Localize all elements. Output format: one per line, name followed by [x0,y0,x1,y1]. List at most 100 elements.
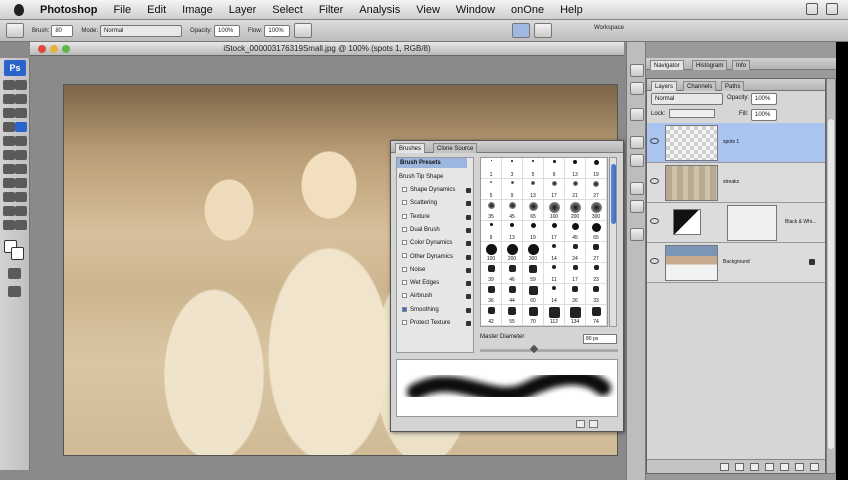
brush-option-item[interactable]: Color Dynamics [399,238,472,249]
lock-icon[interactable] [466,214,471,220]
blur-tool-icon[interactable] [3,164,15,174]
brush-preset-cell[interactable]: 5 [481,179,502,200]
menu-file[interactable]: File [105,4,139,16]
tab-info[interactable]: Info [732,60,751,70]
delete-layer-icon[interactable] [810,463,819,471]
eraser-tool-icon[interactable] [3,150,15,160]
dock-icon-6[interactable] [630,182,644,195]
brush-option-item[interactable]: Wet Edges [399,278,472,289]
lock-icon[interactable] [466,267,471,273]
brush-preset-cell[interactable]: 59 [523,263,544,284]
type-tool-icon[interactable] [15,178,27,188]
checkbox[interactable] [402,306,407,312]
brush-preset-cell[interactable]: 13 [565,158,586,179]
brush-option-item[interactable]: Noise [399,265,472,276]
brush-preset-cell[interactable]: 65 [523,200,544,221]
dock-icon-7[interactable] [630,200,644,213]
menu-analysis[interactable]: Analysis [351,4,408,16]
layer-row-streaks[interactable]: streaks [647,163,825,203]
brush-preset-cell[interactable]: 27 [586,179,607,200]
brush-preset-cell[interactable]: 17 [565,263,586,284]
lock-buttons[interactable] [669,109,715,118]
brush-preset-grid[interactable]: 1 3 5 9 13 19 5 9 13 17 21 27 35 45 65 100 200 300 9 13 19 17… [480,157,608,327]
layer-style-icon[interactable] [735,463,744,471]
menu-edit[interactable]: Edit [139,4,174,16]
layers-scrollbar[interactable] [826,78,836,474]
brush-preset-cell[interactable]: 9 [544,158,565,179]
menu-image[interactable]: Image [174,4,221,16]
brush-preset-cell[interactable]: 100 [544,200,565,221]
menu-app[interactable]: Photoshop [32,4,105,16]
lock-icon[interactable] [466,294,471,300]
layer-row-background[interactable]: Background [647,243,825,283]
lock-icon[interactable] [466,321,471,326]
tab-brushes[interactable]: Brushes [395,143,426,153]
brush-size-picker[interactable]: 80 [51,24,74,37]
checkbox[interactable] [402,319,407,325]
menu-select[interactable]: Select [264,4,311,16]
menu-view[interactable]: View [408,4,448,16]
brush-option-item[interactable]: Dual Brush [399,225,472,236]
lock-icon[interactable] [466,254,471,260]
brush-preset-cell[interactable]: 39 [481,263,502,284]
brush-preset-cell[interactable]: 200 [502,242,523,263]
eye-icon[interactable] [650,178,659,184]
create-brush-icon[interactable] [576,420,585,428]
airbrush-icon[interactable] [294,23,313,38]
brush-option-item[interactable]: Other Dynamics [399,252,472,263]
brush-preset-cell[interactable]: 44 [502,284,523,305]
background-color-swatch[interactable] [11,247,24,260]
crop-tool-icon[interactable] [3,108,15,118]
brush-preset-cell[interactable]: 65 [586,221,607,242]
tab-channels[interactable]: Channels [683,81,717,91]
brush-preset-cell[interactable]: 70 [523,305,544,326]
brush-option-item[interactable]: Smoothing [399,305,472,316]
opacity-field[interactable]: 100% [214,24,241,37]
shape-tool-icon[interactable] [15,192,27,202]
dock-icon-8[interactable] [630,228,644,241]
brush-preset-cell[interactable]: 17 [544,179,565,200]
brush-preset-cell[interactable]: 200 [565,200,586,221]
brush-preset-cell[interactable]: 134 [565,305,586,326]
checkbox[interactable] [402,213,407,219]
eye-icon[interactable] [650,218,659,224]
eye-icon[interactable] [650,138,659,144]
brush-tool-icon[interactable] [15,122,27,132]
brush-option-item[interactable]: Protect Texture [399,318,472,329]
brush-preset-cell[interactable]: 60 [523,284,544,305]
brush-grid-scroll-thumb[interactable] [611,164,616,224]
quick-mask-icon[interactable] [8,268,21,279]
checkbox[interactable] [402,240,407,246]
brush-preset-cell[interactable]: 46 [502,263,523,284]
blend-mode-select[interactable]: Normal [651,93,723,105]
menu-layer[interactable]: Layer [221,4,265,16]
3d-orbit-tool-icon[interactable] [15,206,27,216]
zoom-window-icon[interactable] [62,45,70,53]
brush-preset-cell[interactable]: 19 [586,158,607,179]
adjustment-layer-icon[interactable] [765,463,774,471]
brush-preset-cell[interactable]: 14 [544,284,565,305]
menu-window[interactable]: Window [448,4,503,16]
brush-preset-cell[interactable]: 13 [502,221,523,242]
checkbox[interactable] [402,280,407,286]
brush-preset-cell[interactable]: 23 [586,263,607,284]
healing-tool-icon[interactable] [3,122,15,132]
lasso-tool-icon[interactable] [3,94,15,104]
master-diameter-slider[interactable] [480,349,618,352]
menu-filter[interactable]: Filter [311,4,351,16]
layers-scroll-thumb[interactable] [828,119,834,449]
brushes-panel-toggle-icon[interactable] [512,23,531,38]
checkbox[interactable] [402,253,407,259]
brush-preset-cell[interactable]: 100 [481,242,502,263]
dock-icon-2[interactable] [630,82,644,95]
tab-navigator[interactable]: Navigator [650,60,684,70]
brush-preset-cell[interactable]: 112 [544,305,565,326]
brush-preset-cell[interactable]: 42 [481,305,502,326]
delete-brush-icon[interactable] [589,420,598,428]
dock-icon-4[interactable] [630,136,644,149]
tab-clone-source[interactable]: Clone Source [433,143,478,153]
brush-preset-cell[interactable]: 45 [502,200,523,221]
eye-icon[interactable] [650,258,659,264]
tab-layers[interactable]: Layers [651,81,678,91]
layer-opacity-field[interactable]: 100% [751,93,777,105]
